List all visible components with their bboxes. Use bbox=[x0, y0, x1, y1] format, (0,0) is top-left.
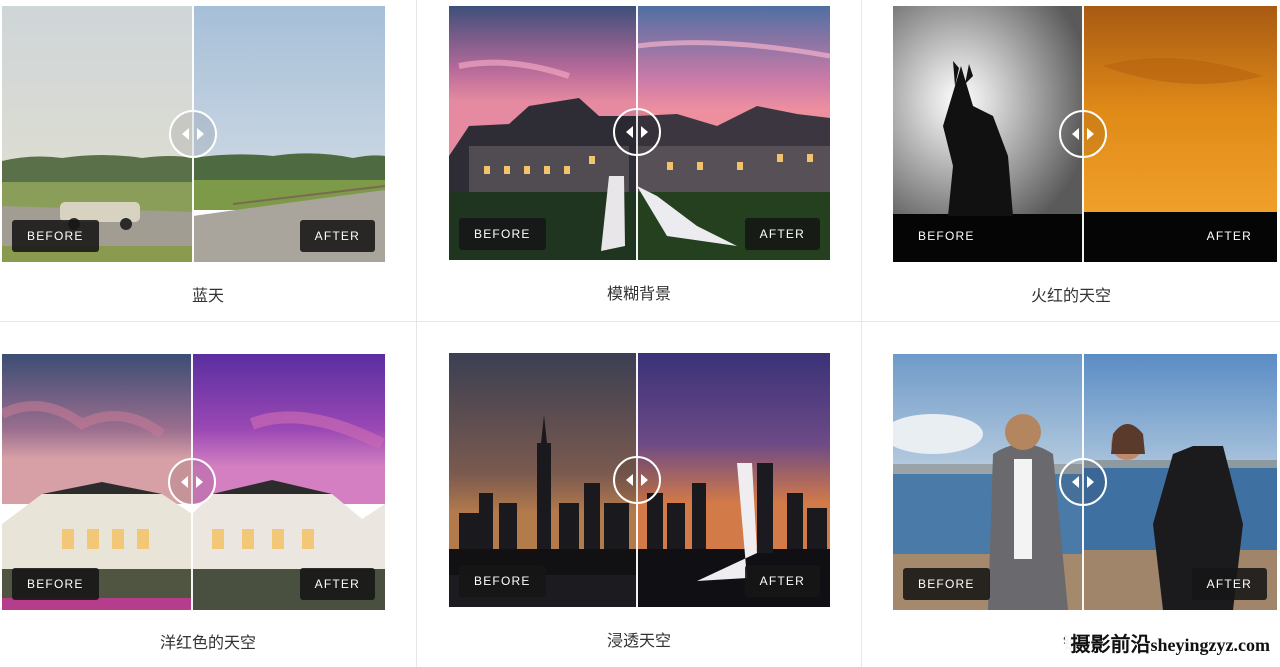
before-after-compare[interactable]: BEFORE AFTER bbox=[2, 6, 385, 262]
watermark-latin: sheyingzyz.com bbox=[1150, 635, 1270, 655]
card-saturated-sky: BEFORE AFTER 浸透天空 bbox=[417, 322, 861, 667]
after-label: AFTER bbox=[1206, 229, 1252, 243]
split-arrows-icon[interactable] bbox=[1059, 110, 1107, 158]
before-after-compare[interactable]: BEFORE AFTER bbox=[893, 6, 1277, 262]
watermark-cn: 摄影前沿 bbox=[1070, 632, 1151, 656]
split-arrows-icon[interactable] bbox=[168, 458, 216, 506]
split-arrows-icon[interactable] bbox=[613, 456, 661, 504]
before-label: BEFORE bbox=[12, 568, 99, 600]
before-label: BEFORE bbox=[903, 568, 990, 600]
before-label: BEFORE bbox=[12, 220, 99, 252]
before-after-compare[interactable]: BEFORE AFTER bbox=[449, 353, 830, 607]
card-blur-background: BEFORE AFTER 模糊背景 bbox=[417, 0, 861, 321]
split-arrows-icon[interactable] bbox=[1059, 458, 1107, 506]
after-label: AFTER bbox=[744, 565, 820, 597]
card-caption: 火红的天空 bbox=[1030, 286, 1111, 305]
before-label: BEFORE bbox=[459, 565, 546, 597]
split-arrows-icon[interactable] bbox=[169, 110, 217, 158]
after-label: AFTER bbox=[299, 568, 375, 600]
split-arrows-icon[interactable] bbox=[613, 108, 661, 156]
card-magenta-sky: BEFORE AFTER 洋红色的天空 bbox=[0, 322, 416, 667]
after-label: AFTER bbox=[299, 220, 375, 252]
before-after-compare[interactable]: BEFORE AFTER bbox=[449, 6, 830, 260]
card-blue-sky: BEFORE AFTER 蓝天 bbox=[0, 0, 416, 321]
card-caption: 蓝天 bbox=[191, 286, 224, 305]
card-sharpen: BEFORE AFTER 锐 bbox=[862, 322, 1280, 667]
card-caption: 浸透天空 bbox=[606, 631, 671, 650]
before-label: BEFORE bbox=[459, 218, 546, 250]
after-label: AFTER bbox=[744, 218, 820, 250]
card-fiery-sky: BEFORE AFTER 火红的天空 bbox=[862, 0, 1280, 321]
before-after-gallery: BEFORE AFTER 蓝天 BEFORE AFTER 模糊背景 BEFORE… bbox=[0, 0, 1280, 667]
card-caption: 洋红色的天空 bbox=[159, 633, 256, 652]
card-caption: 模糊背景 bbox=[606, 284, 671, 303]
before-after-compare[interactable]: BEFORE AFTER bbox=[2, 354, 385, 610]
after-label: AFTER bbox=[1191, 568, 1267, 600]
before-label: BEFORE bbox=[918, 229, 975, 243]
site-watermark: 摄影前沿sheyingzyz.com bbox=[1064, 629, 1276, 659]
before-after-compare[interactable]: BEFORE AFTER bbox=[893, 354, 1277, 610]
